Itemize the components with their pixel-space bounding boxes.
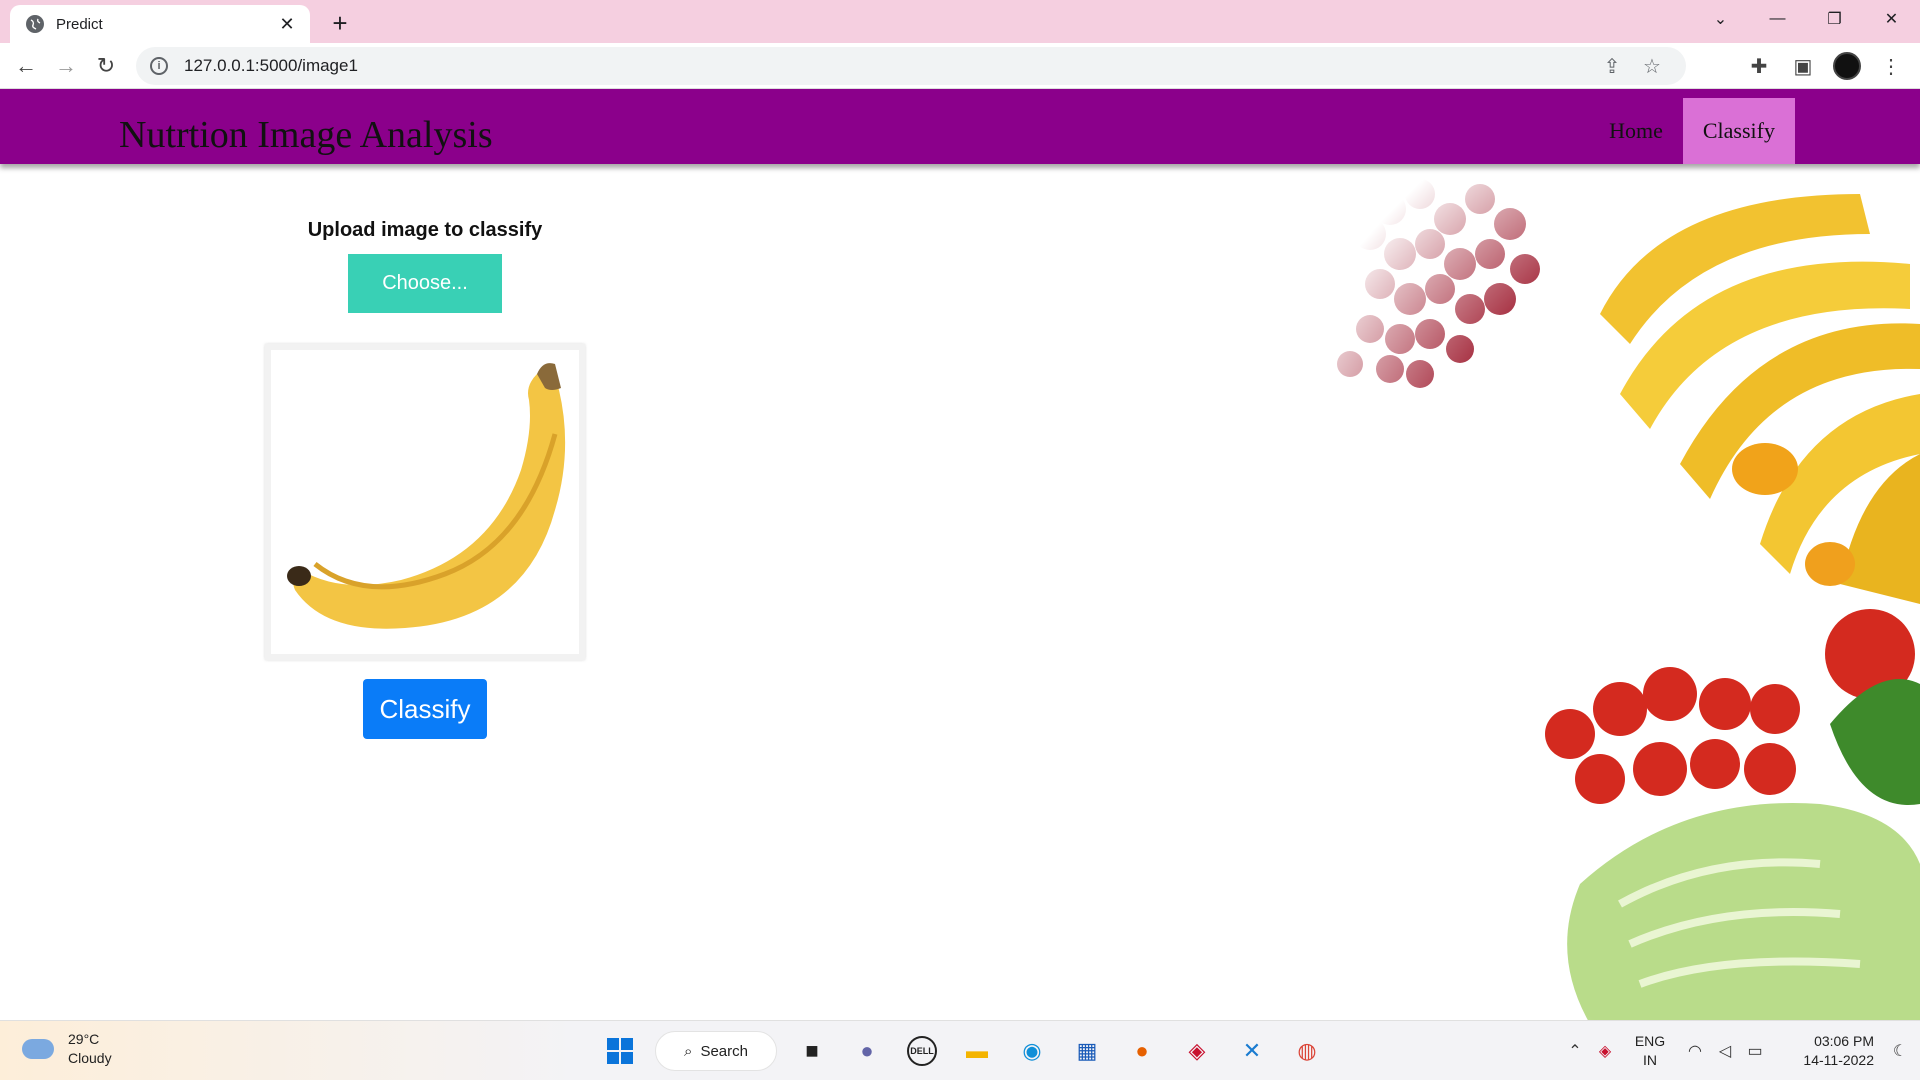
new-tab-button[interactable]: + [325, 8, 355, 38]
clock[interactable]: 03:06 PM 14-11-2022 [1770, 1032, 1880, 1070]
site-info-icon[interactable]: i [150, 57, 168, 75]
file-explorer-icon[interactable]: ▬ [957, 1031, 997, 1071]
bookmark-star-icon[interactable]: ☆ [1632, 54, 1672, 79]
side-panel-icon[interactable]: ▣ [1784, 47, 1822, 85]
fruit-background-image [980, 164, 1920, 1020]
weather-widget[interactable]: 29°C Cloudy [22, 1030, 112, 1068]
notification-icon[interactable]: ☾ [1880, 1041, 1920, 1061]
wifi-icon[interactable]: ◠ [1680, 1041, 1710, 1061]
lang-line-2: IN [1643, 1052, 1657, 1068]
upload-heading: Upload image to classify [307, 219, 543, 241]
store-icon[interactable]: ▦ [1067, 1031, 1107, 1071]
task-view-icon[interactable]: ■ [792, 1031, 832, 1071]
tab-close-icon[interactable]: ✕ [276, 13, 298, 35]
tray-chevron-up-icon[interactable]: ⌃ [1560, 1041, 1590, 1061]
language-indicator[interactable]: ENG IN [1620, 1032, 1680, 1070]
browser-tab[interactable]: Predict ✕ [10, 5, 310, 43]
browser-toolbar: ← → ↻ i 127.0.0.1:5000/image1 ⇪ ☆ ✚ ▣ ⋮ [0, 43, 1920, 89]
taskbar-search[interactable]: ⌕ Search [655, 1031, 777, 1071]
taskbar: 29°C Cloudy ⌕ Search ■ ● DELL ▬ ◉ ▦ ● ◈ … [0, 1020, 1920, 1080]
vscode-icon[interactable]: ✕ [1232, 1031, 1272, 1071]
clock-date: 14-11-2022 [1803, 1052, 1874, 1068]
nav-classify[interactable]: Classify [1682, 98, 1795, 164]
chrome-icon[interactable]: ◍ [1287, 1031, 1327, 1071]
volume-icon[interactable]: ◁ [1710, 1041, 1740, 1061]
restore-icon[interactable]: ❐ [1806, 0, 1863, 38]
site-brand[interactable]: Nutrtion Image Analysis [119, 113, 493, 157]
taskbar-search-label: Search [700, 1042, 748, 1060]
extensions-icon[interactable]: ✚ [1740, 47, 1778, 85]
globe-icon [26, 15, 44, 33]
reload-icon[interactable]: ↻ [86, 46, 126, 86]
profile-avatar[interactable] [1828, 47, 1866, 85]
url-text[interactable]: 127.0.0.1:5000/image1 [184, 56, 1592, 76]
dell-icon[interactable]: DELL [902, 1031, 942, 1071]
nav-home[interactable]: Home [1589, 98, 1683, 164]
site-navbar: Nutrtion Image Analysis Home Classify [0, 89, 1920, 164]
start-windows-icon[interactable] [600, 1031, 640, 1071]
browser-tab-strip: Predict ✕ + ⌄ — ❐ ✕ [0, 0, 1920, 43]
tray-mcafee-icon[interactable]: ◈ [1590, 1041, 1620, 1061]
mcafee-icon[interactable]: ◈ [1177, 1031, 1217, 1071]
classify-button[interactable]: Classify [363, 679, 487, 739]
close-window-icon[interactable]: ✕ [1863, 0, 1920, 38]
weather-temp: 29°C [68, 1031, 100, 1047]
minimize-icon[interactable]: — [1749, 0, 1806, 38]
share-icon[interactable]: ⇪ [1592, 54, 1632, 79]
search-icon: ⌕ [684, 1042, 693, 1060]
menu-icon[interactable]: ⋮ [1872, 47, 1910, 85]
clock-time: 03:06 PM [1814, 1033, 1874, 1049]
image-preview [265, 344, 585, 660]
edge-icon[interactable]: ◉ [1012, 1031, 1052, 1071]
forward-icon[interactable]: → [46, 46, 86, 86]
upload-section: Upload image to classify Choose... Class… [260, 219, 590, 739]
lang-line-1: ENG [1634, 1033, 1666, 1049]
tab-search-icon[interactable]: ⌄ [1692, 0, 1749, 38]
address-bar[interactable]: i 127.0.0.1:5000/image1 ⇪ ☆ [136, 47, 1686, 85]
teams-chat-icon[interactable]: ● [847, 1031, 887, 1071]
battery-icon[interactable]: ▭ [1740, 1041, 1770, 1061]
firefox-icon[interactable]: ● [1122, 1031, 1162, 1071]
banana-image [287, 363, 566, 629]
cloud-icon [22, 1039, 54, 1059]
weather-desc: Cloudy [68, 1050, 112, 1066]
back-icon[interactable]: ← [6, 46, 46, 86]
tab-title: Predict [56, 15, 103, 33]
page-viewport: Nutrtion Image Analysis Home Classify Up… [0, 89, 1920, 1020]
choose-file-button[interactable]: Choose... [348, 254, 502, 313]
